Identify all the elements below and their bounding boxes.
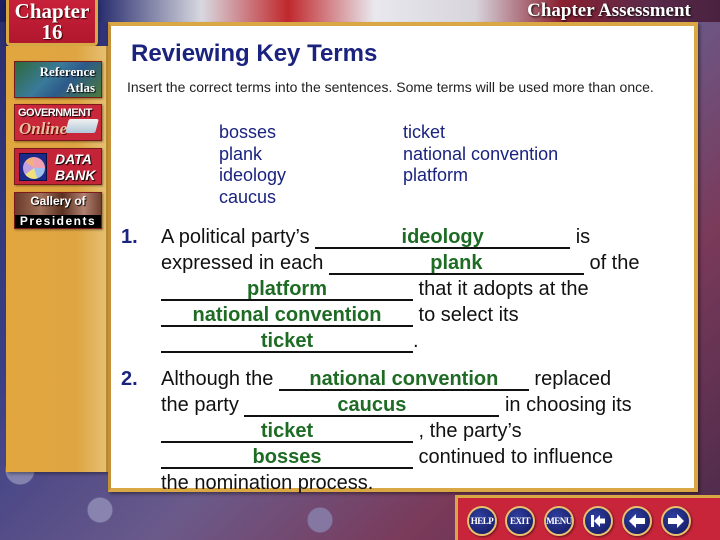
answer-blank[interactable]: platform [161, 279, 413, 301]
government-online-label-2: Online [19, 119, 68, 138]
term-list-2: ticket national convention platform [403, 122, 558, 187]
term: caucus [219, 186, 277, 207]
sentence-text: in choosing its [499, 394, 632, 416]
data-bank-button[interactable]: DATA BANK [14, 148, 102, 185]
sentence-line: bosses continued to influence [161, 444, 701, 470]
open-book-icon [65, 119, 99, 133]
reference-atlas-label-2: Atlas [66, 80, 95, 95]
gallery-of-presidents-button[interactable]: Gallery of Presidents [14, 192, 102, 229]
sentence-text: of the [583, 252, 640, 274]
chapter-badge: Chapter 16 [6, 0, 98, 46]
section-title: Chapter Assessment [527, 0, 691, 21]
sentence-text: replaced [528, 368, 612, 390]
sentence-text: continued to influence [413, 446, 614, 468]
sentence-line: national convention to select its [161, 302, 701, 328]
term: platform [403, 165, 469, 185]
menu-button[interactable]: MENU [544, 506, 574, 536]
gallery-of-presidents-label: Gallery of [30, 194, 86, 208]
term: plank [219, 143, 263, 164]
sentence-text: expressed in each [161, 252, 329, 274]
data-bank-label-2: BANK [55, 167, 96, 183]
first-page-button[interactable] [583, 506, 613, 536]
government-online-button[interactable]: GOVERNMENT Online [14, 104, 102, 141]
sentence-text: A political party’s [161, 226, 316, 248]
term: bosses [219, 122, 277, 142]
sentence-text: the nomination process. [161, 472, 374, 494]
sentence-text: Although the [161, 368, 279, 390]
page-title: Reviewing Key Terms [131, 40, 378, 67]
reference-atlas-button[interactable]: Reference Atlas [14, 61, 102, 98]
answer-blank[interactable]: ticket [161, 421, 413, 443]
arrow-left-icon [629, 514, 645, 528]
government-online-label: GOVERNMENT [18, 107, 92, 119]
sentence-line: the nomination process. [161, 470, 701, 496]
gallery-of-presidents-label-2: Presidents [15, 215, 101, 228]
term: ideology [219, 165, 287, 185]
sentence-line: ticket , the party’s [161, 418, 701, 444]
exit-button[interactable]: EXIT [505, 506, 535, 536]
navigation-bar: HELP EXIT MENU [455, 495, 720, 540]
help-button[interactable]: HELP [467, 506, 497, 536]
sentence-line: A political party’s ideology is [161, 224, 701, 250]
chapter-label: Chapter [14, 0, 90, 23]
sentence-text: the party [161, 394, 245, 416]
sentence-text: is [570, 226, 591, 248]
sentence-line: ticket. [161, 328, 701, 354]
answer-blank[interactable]: ticket [161, 331, 413, 353]
answer-blank[interactable]: national convention [278, 369, 529, 391]
data-bank-label: DATA [55, 151, 92, 167]
answer-blank[interactable]: ideology [315, 227, 571, 249]
answer-blank[interactable]: national convention [161, 305, 413, 327]
answer-blank[interactable]: plank [328, 253, 584, 275]
content-card: Reviewing Key Terms Insert the correct t… [108, 22, 701, 494]
sentence-text: to select its [413, 304, 519, 326]
sentence-line: Although the national convention replace… [161, 366, 701, 392]
question-number: 1. [121, 226, 138, 248]
question-number: 2. [121, 368, 138, 390]
sentence-text: that it adopts at the [413, 278, 589, 300]
reference-atlas-label: Reference [39, 64, 95, 79]
sidebar: Reference Atlas GOVERNMENT Online DATA B… [6, 46, 108, 472]
term: ticket [403, 122, 446, 142]
first-page-icon [591, 515, 605, 527]
pie-chart-icon [19, 153, 47, 181]
sentence-line: platform that it adopts at the [161, 276, 701, 302]
previous-button[interactable] [622, 506, 652, 536]
sentence-line: the party caucus in choosing its [161, 392, 701, 418]
sentence-text: . [413, 330, 419, 352]
term-list-1: bosses plank ideology caucus [219, 122, 286, 208]
sentence-text: , the party’s [413, 420, 522, 442]
term: national convention [403, 143, 559, 164]
chapter-number: 16 [41, 20, 63, 44]
sentence-line: expressed in each plank of the [161, 250, 701, 276]
instructions: Insert the correct terms into the senten… [127, 79, 654, 95]
next-button[interactable] [661, 506, 691, 536]
answer-blank[interactable]: bosses [161, 447, 413, 469]
answer-blank[interactable]: caucus [244, 395, 500, 417]
arrow-right-icon [668, 514, 684, 528]
